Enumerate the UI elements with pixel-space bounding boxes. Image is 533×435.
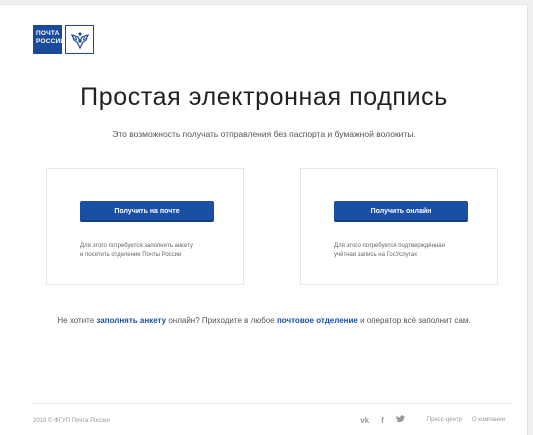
card-offline: Получить на почте Для этого потребуется … (46, 168, 244, 285)
page-title: Простая электронная подпись (80, 83, 448, 111)
eagle-emblem-icon (65, 25, 94, 54)
offline-hint-text-2: онлайн? Приходите в любое (166, 316, 277, 325)
card-offline-desc-line2: и посетить отделение Почты России (80, 252, 182, 258)
get-at-post-office-button[interactable]: Получить на почте (80, 201, 214, 222)
card-online: Получить онлайн Для этого потребуется по… (300, 168, 498, 285)
facebook-icon[interactable]: f (381, 416, 384, 425)
get-online-button[interactable]: Получить онлайн (334, 201, 468, 222)
card-online-desc-line1: Для этого потребуется подтверждённая (334, 243, 445, 249)
card-offline-desc-line1: Для этого потребуется заполнить анкету (80, 243, 193, 249)
twitter-icon[interactable] (395, 415, 405, 425)
footer-divider (33, 403, 511, 404)
footer-links: vk f Пресс-центр О компании (360, 415, 505, 425)
card-online-description: Для этого потребуется подтверждённая учё… (334, 242, 484, 260)
offline-hint-text-3: и оператор всё заполнит сам. (357, 316, 471, 325)
fill-form-link[interactable]: заполнять анкету (96, 316, 166, 325)
logo-wordmark: ПОЧТА РОССИИ (33, 25, 66, 54)
card-online-desc-line2: учётная запись на ГосУслугах (334, 252, 418, 258)
vk-icon[interactable]: vk (360, 416, 369, 425)
press-center-link[interactable]: Пресс-центр (427, 417, 462, 423)
offline-hint-text-1: Не хотите (57, 316, 97, 325)
page-subtitle: Это возможность получать отправления без… (112, 129, 416, 139)
page: ПОЧТА РОССИИ Простая электронная подпись… (0, 4, 528, 435)
copyright: 2018 © ФГУП Почта России (33, 418, 110, 424)
about-company-link[interactable]: О компании (472, 417, 505, 423)
offline-hint: Не хотите заполнять анкету онлайн? Прихо… (0, 316, 528, 325)
post-office-link[interactable]: почтовое отделение (277, 316, 358, 325)
pochta-logo[interactable]: ПОЧТА РОССИИ (33, 25, 94, 54)
logo-line1: ПОЧТА (36, 30, 60, 37)
logo-line2: РОССИИ (36, 38, 66, 45)
card-offline-description: Для этого потребуется заполнить анкету и… (80, 242, 230, 260)
